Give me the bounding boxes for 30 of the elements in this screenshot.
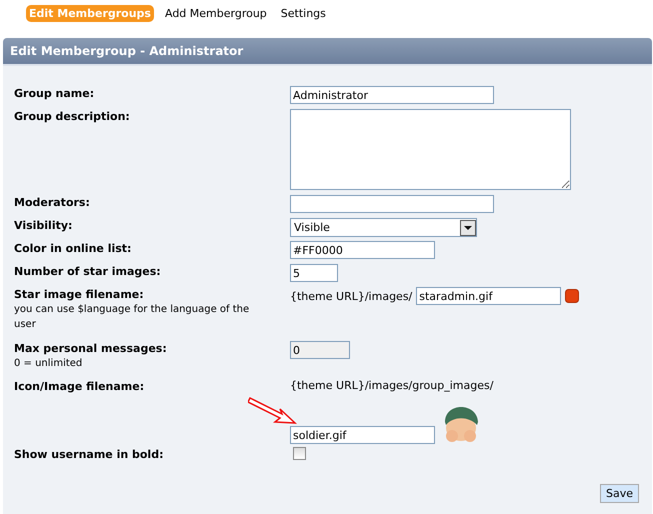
field-label: Star image filename:	[14, 287, 145, 302]
tab[interactable]: Add Membergroup	[162, 4, 270, 22]
tab[interactable]: Settings	[278, 4, 329, 22]
field-label: Color in online list:	[14, 241, 132, 256]
field-label: Show username in bold:	[14, 447, 164, 462]
field-note: you can use $language for the language of the user	[14, 303, 250, 332]
field-label: Group description:	[14, 109, 131, 124]
input-field[interactable]: staradmin.gif	[416, 287, 562, 305]
annotation-arrow	[248, 394, 298, 426]
text-area[interactable]	[290, 109, 571, 190]
path-prefix: {theme URL}/images/	[290, 290, 412, 302]
field-label: Visibility:	[14, 218, 74, 233]
field-label: Group name:	[14, 86, 96, 101]
panel-title: Edit Membergroup - Administrator	[10, 44, 244, 58]
input-field[interactable]: 0	[290, 341, 350, 359]
field-note: 0 = unlimited	[14, 357, 84, 371]
save-button[interactable]: Save	[600, 484, 639, 503]
path-prefix: {theme URL}/images/group_images/	[290, 379, 494, 392]
input-field[interactable]: Administrator	[290, 86, 494, 104]
star-image-icon	[565, 289, 580, 303]
dropdown[interactable]: Visible	[290, 218, 477, 237]
input-field[interactable]: soldier.gif	[290, 426, 435, 444]
field-label: Max personal messages:	[14, 341, 168, 356]
field-label: Icon/Image filename:	[14, 379, 146, 394]
input-field[interactable]: 5	[290, 264, 338, 282]
field-label: Number of star images:	[14, 264, 162, 279]
input-field[interactable]	[290, 195, 494, 213]
field-label: Moderators:	[14, 195, 91, 210]
checkbox[interactable]	[293, 447, 306, 460]
input-field[interactable]: #FF0000	[290, 241, 435, 259]
